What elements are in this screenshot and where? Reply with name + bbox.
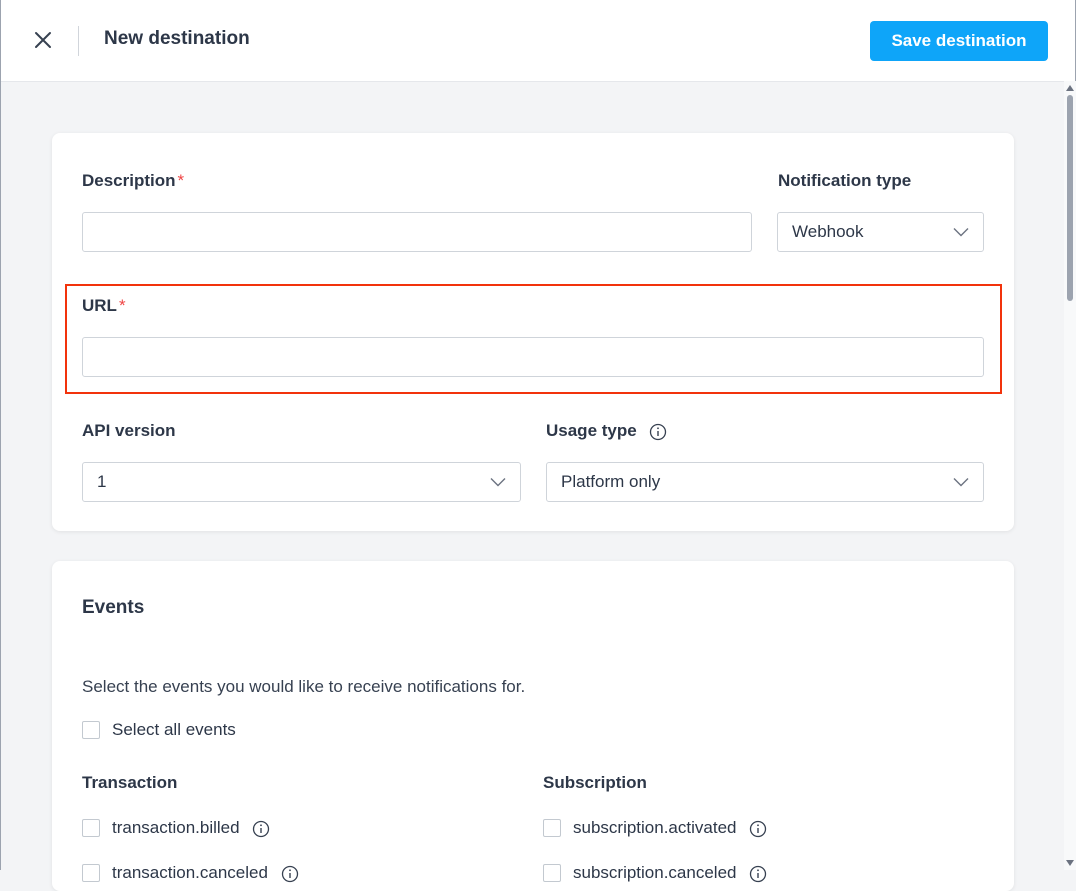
notification-type-value: Webhook bbox=[792, 222, 864, 241]
notification-type-select[interactable]: Webhook bbox=[777, 212, 984, 252]
info-icon[interactable] bbox=[252, 820, 270, 838]
header-divider bbox=[78, 26, 79, 56]
subscription-activated-checkbox[interactable] bbox=[543, 819, 561, 837]
info-icon[interactable] bbox=[649, 423, 667, 441]
transaction-billed-checkbox[interactable] bbox=[82, 819, 100, 837]
usage-type-select[interactable]: Platform only bbox=[546, 462, 984, 502]
required-asterisk: * bbox=[118, 296, 126, 315]
info-icon[interactable] bbox=[749, 865, 767, 883]
subscription-canceled-checkbox[interactable] bbox=[543, 864, 561, 882]
required-asterisk: * bbox=[177, 171, 185, 190]
events-card: Events Select the events you would like … bbox=[52, 561, 1014, 891]
description-label: Description * bbox=[82, 171, 185, 190]
events-title: Events bbox=[82, 597, 145, 618]
select-all-checkbox[interactable] bbox=[82, 721, 100, 739]
scrollbar-thumb[interactable] bbox=[1067, 95, 1073, 301]
description-input[interactable] bbox=[82, 212, 752, 252]
api-version-label: API version bbox=[82, 421, 176, 440]
transaction-group-title: Transaction bbox=[82, 773, 178, 792]
close-button[interactable] bbox=[31, 28, 55, 52]
api-version-value: 1 bbox=[97, 472, 107, 491]
destination-form-card: Description * Notification type Webhook U… bbox=[52, 133, 1014, 531]
url-label: URL * bbox=[82, 296, 126, 315]
select-all-label: Select all events bbox=[112, 720, 236, 739]
close-icon bbox=[35, 32, 51, 48]
page-title: New destination bbox=[104, 28, 250, 49]
save-destination-button[interactable]: Save destination bbox=[870, 21, 1048, 61]
subscription-group-title: Subscription bbox=[543, 773, 647, 792]
events-description: Select the events you would like to rece… bbox=[82, 677, 526, 696]
chevron-down-icon bbox=[490, 477, 506, 487]
notification-type-label: Notification type bbox=[778, 171, 912, 190]
event-label: subscription.activated bbox=[573, 818, 767, 838]
event-label: transaction.canceled bbox=[112, 863, 299, 883]
usage-type-label: Usage type bbox=[546, 421, 667, 441]
info-icon[interactable] bbox=[749, 820, 767, 838]
api-version-select[interactable]: 1 bbox=[82, 462, 521, 502]
chevron-down-icon bbox=[953, 477, 969, 487]
scroll-down-arrow-icon[interactable] bbox=[1066, 860, 1074, 868]
header-bar: New destination Save destination bbox=[1, 0, 1075, 82]
usage-type-value: Platform only bbox=[561, 472, 661, 491]
chevron-down-icon bbox=[953, 227, 969, 237]
info-icon[interactable] bbox=[281, 865, 299, 883]
transaction-canceled-checkbox[interactable] bbox=[82, 864, 100, 882]
event-label: transaction.billed bbox=[112, 818, 270, 838]
scroll-up-arrow-icon[interactable] bbox=[1066, 85, 1074, 93]
scrollbar[interactable] bbox=[1064, 81, 1076, 870]
url-input[interactable] bbox=[82, 337, 984, 377]
event-label: subscription.canceled bbox=[573, 863, 767, 883]
